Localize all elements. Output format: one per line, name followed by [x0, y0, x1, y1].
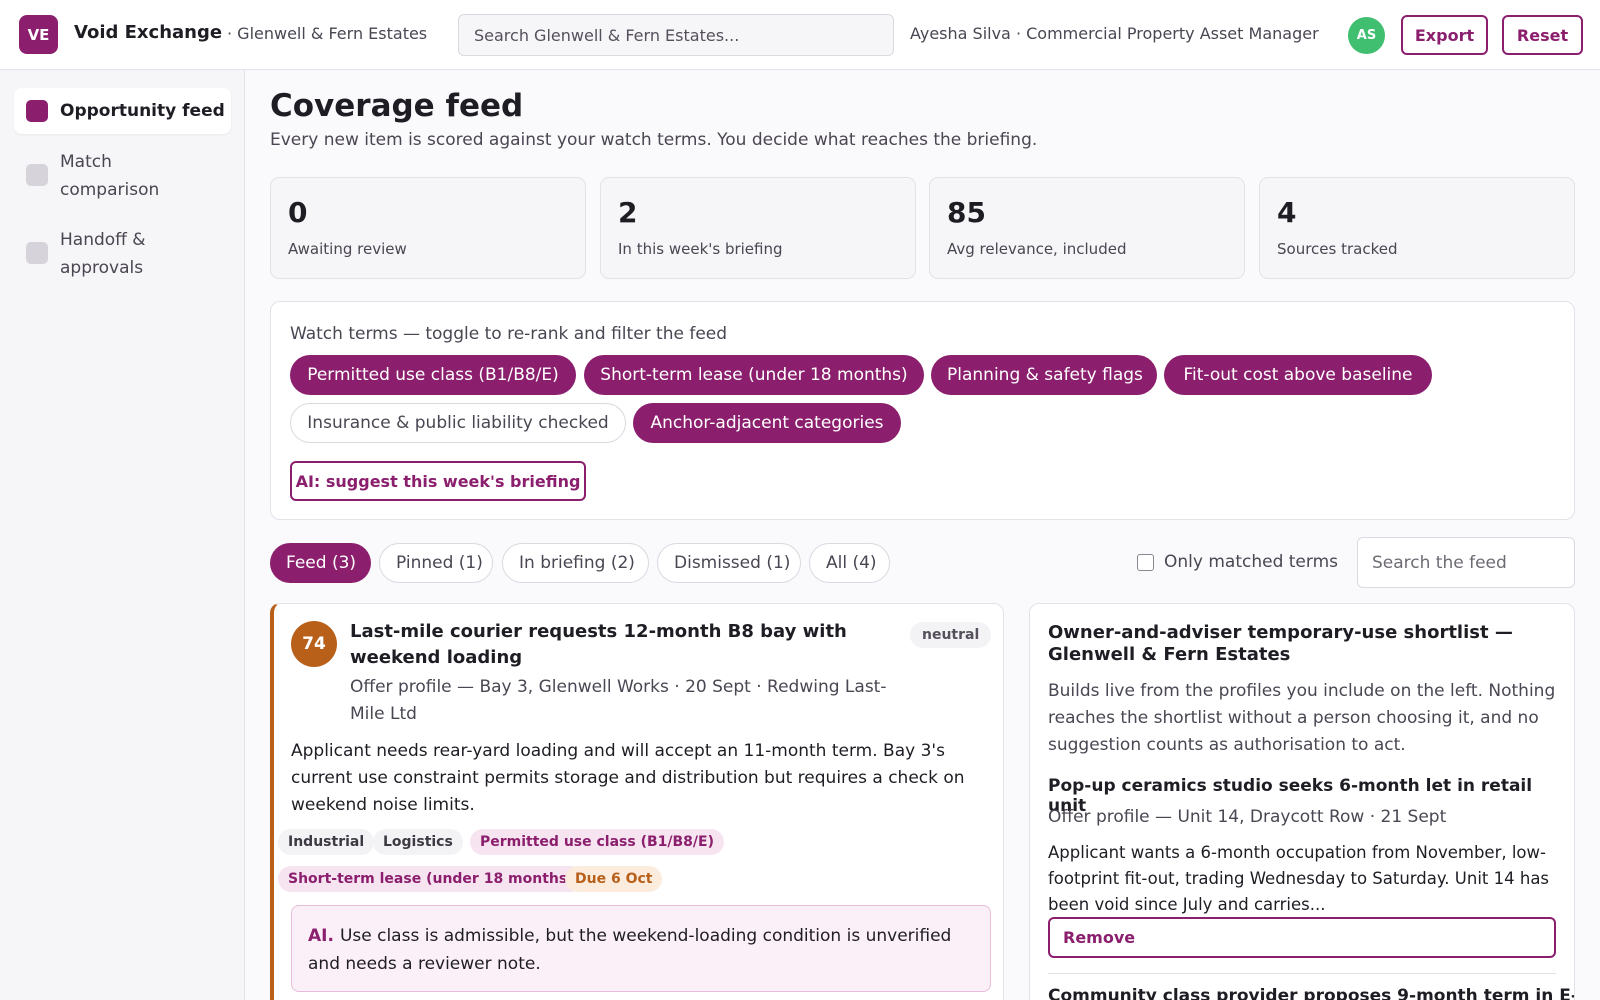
- category-tag: Industrial: [278, 829, 375, 855]
- org-name: · Glenwell & Fern Estates: [227, 24, 428, 43]
- nav-square-icon: [26, 100, 48, 122]
- sidebar-item-label: Opportunity feed: [60, 101, 225, 121]
- divider: [1048, 973, 1556, 974]
- stat-label: Sources tracked: [1277, 240, 1398, 258]
- stat-value: 0: [288, 196, 308, 229]
- shortlist-item-title: Community class provider proposes 9-mont…: [1048, 986, 1575, 1000]
- ai-note-text: Use class is admissible, but the weekend…: [308, 926, 952, 974]
- sentiment-badge: neutral: [910, 622, 992, 648]
- ai-suggest-briefing-button[interactable]: AI: suggest this week's briefing: [290, 461, 586, 501]
- page-title: Coverage feed: [270, 88, 524, 124]
- feed-search-input[interactable]: [1357, 537, 1575, 588]
- feed-card-title[interactable]: Last-mile courier requests 12-month B8 b…: [350, 619, 870, 671]
- tab-pinned[interactable]: Pinned (1): [379, 543, 493, 583]
- app-header: VE Void Exchange · Glenwell & Fern Estat…: [0, 0, 1600, 70]
- stat-card-awaiting-review: 0 Awaiting review: [270, 177, 586, 279]
- watch-term-insurance[interactable]: Insurance & public liability checked: [290, 403, 626, 443]
- stat-label: In this week's briefing: [618, 240, 783, 258]
- watch-term-short-term-lease[interactable]: Short-term lease (under 18 months): [584, 355, 924, 395]
- sidebar: Opportunity feed Match comparison Handof…: [0, 70, 245, 1000]
- shortlist-item-body: Applicant wants a 6-month occupation fro…: [1048, 843, 1550, 914]
- stat-card-in-briefing: 2 In this week's briefing: [600, 177, 916, 279]
- sidebar-item-opportunity-feed[interactable]: Opportunity feed: [14, 88, 231, 134]
- shortlist-description: Builds live from the profiles you includ…: [1048, 681, 1556, 755]
- sidebar-item-label: Handoff & approvals: [60, 230, 146, 278]
- tab-all[interactable]: All (4): [809, 543, 890, 583]
- reset-button[interactable]: Reset: [1502, 15, 1583, 55]
- stat-card-sources-tracked: 4 Sources tracked: [1259, 177, 1575, 279]
- stat-value: 2: [618, 196, 638, 229]
- feed-card-meta: Offer profile — Bay 3, Glenwell Works · …: [350, 677, 887, 724]
- shortlist-item-meta: Offer profile — Unit 14, Draycott Row · …: [1048, 807, 1447, 827]
- user-name: Ayesha Silva · Commercial Property Asset…: [910, 24, 1319, 43]
- sidebar-item-handoff-approvals[interactable]: Handoff & approvals: [14, 223, 231, 283]
- page-subtitle: Every new item is scored against your wa…: [270, 130, 1038, 150]
- shortlist-title: Owner-and-adviser temporary-use shortlis…: [1048, 622, 1513, 665]
- sidebar-item-label: Match comparison: [60, 152, 160, 200]
- nav-square-icon: [26, 164, 48, 186]
- category-tag: Logistics: [373, 829, 463, 855]
- only-matched-checkbox[interactable]: [1137, 553, 1154, 571]
- avatar[interactable]: AS: [1348, 17, 1385, 54]
- global-search-input[interactable]: [458, 14, 894, 56]
- watch-terms-panel: Watch terms — toggle to re-rank and filt…: [270, 301, 1575, 520]
- relevance-score-badge: 74: [291, 621, 337, 667]
- watch-term-anchor-adjacent[interactable]: Anchor-adjacent categories: [633, 403, 901, 443]
- stat-label: Avg relevance, included: [947, 240, 1127, 258]
- only-matched-label: Only matched terms: [1164, 552, 1338, 572]
- only-matched-toggle[interactable]: Only matched terms: [1137, 552, 1338, 572]
- stat-card-avg-relevance: 85 Avg relevance, included: [929, 177, 1245, 279]
- export-button[interactable]: Export: [1401, 15, 1488, 55]
- matched-term-tag: Permitted use class (B1/B8/E): [470, 829, 724, 855]
- feed-card[interactable]: 74 Last-mile courier requests 12-month B…: [270, 603, 1004, 1000]
- nav-square-icon: [26, 242, 48, 264]
- matched-term-tag: Short-term lease (under 18 months): [278, 866, 584, 892]
- tab-in-briefing[interactable]: In briefing (2): [502, 543, 649, 583]
- watch-term-permitted-use[interactable]: Permitted use class (B1/B8/E): [290, 355, 576, 395]
- shortlist-panel: Owner-and-adviser temporary-use shortlis…: [1029, 603, 1575, 1000]
- ai-note: AI. Use class is admissible, but the week…: [291, 905, 991, 992]
- stat-value: 85: [947, 196, 986, 229]
- ai-label: AI.: [308, 926, 334, 946]
- watch-terms-title: Watch terms — toggle to re-rank and filt…: [290, 324, 728, 344]
- stat-label: Awaiting review: [288, 240, 407, 258]
- app-logo: VE: [19, 15, 58, 54]
- remove-button[interactable]: Remove: [1048, 917, 1556, 958]
- watch-term-fit-out-cost[interactable]: Fit-out cost above baseline: [1164, 355, 1432, 395]
- tab-feed[interactable]: Feed (3): [270, 543, 371, 583]
- sidebar-item-match-comparison[interactable]: Match comparison: [14, 145, 231, 205]
- app-name: Void Exchange: [74, 22, 223, 43]
- watch-term-planning-safety[interactable]: Planning & safety flags: [931, 355, 1157, 395]
- tab-dismissed[interactable]: Dismissed (1): [657, 543, 801, 583]
- due-date-tag: Due 6 Oct: [565, 866, 663, 892]
- stat-value: 4: [1277, 196, 1297, 229]
- feed-card-body: Applicant needs rear-yard loading and wi…: [291, 741, 965, 815]
